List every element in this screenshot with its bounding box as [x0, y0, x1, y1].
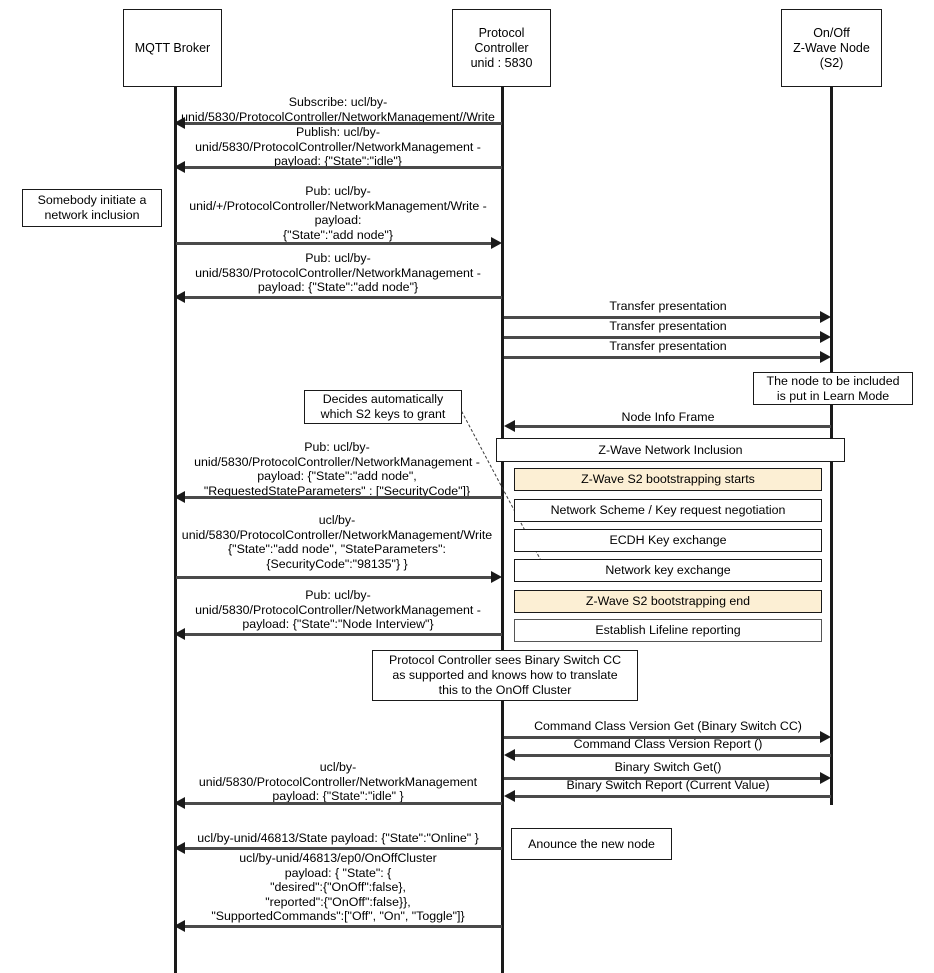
frame-s2-bootstrapping-starts: Z-Wave S2 bootstrapping starts	[514, 468, 822, 491]
frame-label: Z-Wave S2 bootstrapping end	[585, 594, 751, 608]
frame-label: Network Scheme / Key request negotiation	[550, 503, 786, 517]
message-label: Binary Switch Get()	[614, 760, 722, 774]
message-arrow	[178, 296, 502, 299]
participant-mqtt-broker[interactable]: MQTT Broker	[123, 9, 222, 87]
arrowhead-left-icon	[174, 291, 185, 303]
arrowhead-left-icon	[174, 628, 185, 640]
frame-s2-bootstrapping-end: Z-Wave S2 bootstrapping end	[514, 590, 822, 613]
arrowhead-right-icon	[820, 351, 831, 363]
message-label: Publish: ucl/by- unid/5830/ProtocolContr…	[195, 125, 481, 169]
message-label: ucl/by- unid/5830/ProtocolController/Net…	[181, 513, 493, 571]
note-initiate: Somebody initiate a network inclusion	[22, 189, 162, 227]
message-label: ucl/by- unid/5830/ProtocolController/Net…	[198, 760, 478, 804]
message-arrow	[508, 795, 831, 798]
arrowhead-left-icon	[174, 491, 185, 503]
message-arrow	[508, 754, 831, 757]
arrowhead-right-icon	[491, 237, 502, 249]
frame-establish-lifeline-reporting: Establish Lifeline reporting	[514, 619, 822, 642]
note-binary-switch-translation: Protocol Controller sees Binary Switch C…	[372, 650, 638, 701]
message-label: Command Class Version Get (Binary Switch…	[534, 719, 802, 733]
note-text: The node to be included is put in Learn …	[766, 373, 900, 403]
message-label: Command Class Version Report ()	[573, 737, 763, 751]
message-label: ucl/by-unid/46813/State payload: {"State…	[197, 831, 479, 845]
note-text: Anounce the new node	[528, 836, 655, 851]
note-text: Protocol Controller sees Binary Switch C…	[388, 653, 622, 697]
frame-label: Z-Wave Network Inclusion	[598, 442, 743, 457]
message-arrow	[178, 633, 502, 636]
arrowhead-left-icon	[174, 161, 185, 173]
message-arrow	[508, 425, 831, 428]
note-announce-new-node: Anounce the new node	[511, 828, 672, 860]
participant-label: MQTT Broker	[134, 40, 211, 55]
message-label: Subscribe: ucl/by- unid/5830/ProtocolCon…	[181, 95, 495, 124]
message-arrow	[178, 496, 502, 499]
participant-label: Protocol Controller unid : 5830	[470, 25, 533, 70]
message-arrow	[176, 242, 491, 245]
message-label: Transfer presentation	[609, 319, 727, 333]
arrowhead-left-icon	[174, 920, 185, 932]
frame-zwave-network-inclusion: Z-Wave Network Inclusion	[496, 438, 845, 462]
message-label: Binary Switch Report (Current Value)	[566, 778, 770, 792]
participant-label: On/Off Z-Wave Node (S2)	[793, 25, 870, 70]
message-arrow	[176, 576, 491, 579]
frame-label: Establish Lifeline reporting	[595, 623, 741, 637]
message-arrow	[178, 166, 502, 169]
note-text: Somebody initiate a network inclusion	[37, 193, 147, 222]
frame-network-key-exchange: Network key exchange	[514, 559, 822, 582]
participant-protocol-controller[interactable]: Protocol Controller unid : 5830	[452, 9, 551, 87]
message-label: Transfer presentation	[609, 339, 727, 353]
message-arrow	[178, 802, 502, 805]
arrowhead-left-icon	[504, 420, 515, 432]
message-arrow	[504, 356, 820, 359]
arrowhead-left-icon	[174, 797, 185, 809]
sequence-diagram: MQTT Broker Protocol Controller unid : 5…	[0, 0, 934, 973]
message-label: Pub: ucl/by- unid/5830/ProtocolControlle…	[194, 440, 480, 498]
message-label: Pub: ucl/by- unid/5830/ProtocolControlle…	[195, 588, 481, 632]
frame-ecdh-key-exchange: ECDH Key exchange	[514, 529, 822, 552]
frame-label: Z-Wave S2 bootstrapping starts	[581, 472, 755, 486]
message-label: Node Info Frame	[621, 410, 715, 424]
note-learn-mode: The node to be included is put in Learn …	[753, 372, 913, 405]
frame-network-scheme-negotiation: Network Scheme / Key request negotiation	[514, 499, 822, 522]
arrowhead-right-icon	[491, 571, 502, 583]
note-text: Decides automatically which S2 keys to g…	[320, 392, 446, 421]
participant-zwave-node[interactable]: On/Off Z-Wave Node (S2)	[781, 9, 882, 87]
message-label: ucl/by-unid/46813/ep0/OnOffCluster paylo…	[211, 851, 465, 924]
message-arrow	[178, 847, 502, 850]
note-s2-keys: Decides automatically which S2 keys to g…	[304, 390, 462, 424]
message-label: Transfer presentation	[609, 299, 727, 313]
message-arrow	[178, 925, 502, 928]
frame-label: Network key exchange	[605, 563, 731, 577]
message-label: Pub: ucl/by- unid/+/ProtocolController/N…	[189, 184, 487, 242]
frame-label: ECDH Key exchange	[609, 533, 727, 547]
message-label: Pub: ucl/by- unid/5830/ProtocolControlle…	[195, 251, 481, 295]
